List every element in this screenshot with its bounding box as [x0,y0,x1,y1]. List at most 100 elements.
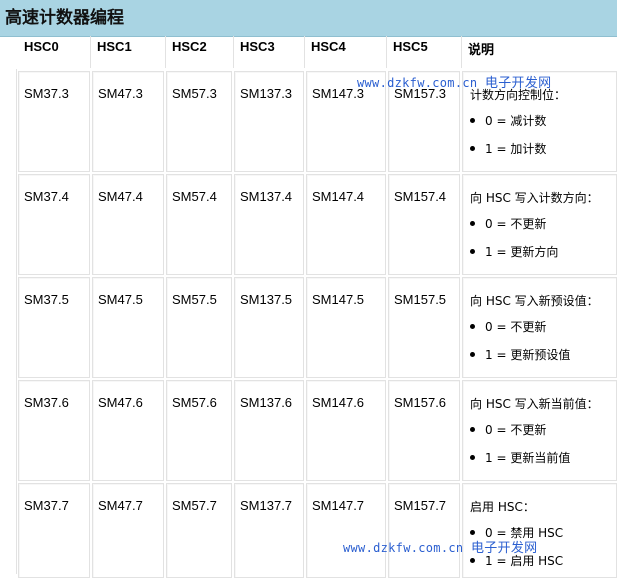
cell-value: SM137.4 [240,189,293,204]
header-hsc2: HSC2 [166,36,234,68]
bullet-icon [470,249,475,254]
cell-description: 向 HSC 写入计数方向： 0 = 不更新 1 = 更新方向 [462,174,617,275]
cell-hsc1: SM47.3 [92,71,164,172]
cell-hsc5: SM157.7 [388,483,460,578]
bullet-icon [470,146,475,151]
cell-hsc1: SM47.4 [92,174,164,275]
cell-hsc0: SM37.4 [18,174,90,275]
bullet-icon [470,530,475,535]
cell-hsc3: SM137.3 [234,71,304,172]
table-row: SM37.5 SM47.5 SM57.5 SM137.5 SM147.5 SM1… [0,277,617,378]
cell-value: SM47.5 [98,292,143,307]
option-text: 0 = 减计数 [485,114,547,128]
cell-value: SM57.3 [172,86,217,101]
cell-value: SM57.7 [172,498,217,513]
cell-value: SM137.3 [240,86,293,101]
header-hsc5: HSC5 [387,36,462,68]
cell-value: SM157.4 [394,189,447,204]
header-hsc3: HSC3 [234,36,305,68]
cell-value: SM47.6 [98,395,143,410]
option-text: 0 = 不更新 [485,423,547,437]
list-item: 1 = 加计数 [469,142,546,170]
bullet-icon [470,118,475,123]
bullet-icon [470,558,475,563]
cell-value: SM157.7 [394,498,447,513]
option-list: 0 = 减计数 1 = 加计数 [469,114,546,170]
cell-hsc4: SM147.6 [306,380,386,481]
cell-hsc2: SM57.7 [166,483,232,578]
table-row: SM37.4 SM47.4 SM57.4 SM137.4 SM147.4 SM1… [0,174,617,275]
table-row: SM37.7 SM47.7 SM57.7 SM137.7 SM147.7 SM1… [0,483,617,578]
header-hsc4: HSC4 [305,36,387,68]
option-text: 1 = 加计数 [485,142,547,156]
cell-value: SM37.6 [24,395,69,410]
bullet-icon [470,324,475,329]
cell-value: SM47.7 [98,498,143,513]
cell-hsc4: SM147.5 [306,277,386,378]
bullet-icon [470,221,475,226]
table-row: SM37.6 SM47.6 SM57.6 SM137.6 SM147.6 SM1… [0,380,617,481]
list-item: 1 = 启用 HSC [469,554,563,582]
list-item: 0 = 不更新 [469,320,570,348]
option-text: 1 = 更新预设值 [485,348,571,362]
bullet-icon [470,427,475,432]
watermark: www.dzkfw.com.cn 电子开发网 [357,72,551,91]
cell-hsc2: SM57.6 [166,380,232,481]
cell-value: SM57.6 [172,395,217,410]
option-text: 0 = 不更新 [485,217,547,231]
watermark-site: 电子开发网 [470,541,538,556]
watermark-site: 电子开发网 [484,76,552,91]
option-text: 1 = 更新方向 [485,245,559,259]
cell-hsc4: SM147.4 [306,174,386,275]
cell-value: SM37.5 [24,292,69,307]
cell-value: SM37.3 [24,86,69,101]
list-item: 1 = 更新当前值 [469,451,570,479]
cell-value: SM137.5 [240,292,293,307]
cell-hsc5: SM157.5 [388,277,460,378]
cell-hsc0: SM37.7 [18,483,90,578]
cell-value: SM147.6 [312,395,365,410]
cell-description: 向 HSC 写入新预设值： 0 = 不更新 1 = 更新预设值 [462,277,617,378]
title-bar: 高速计数器编程 [0,0,617,37]
bullet-icon [470,455,475,460]
cell-value: SM137.6 [240,395,293,410]
description-title: 向 HSC 写入新当前值： [470,397,599,411]
cell-description: 启用 HSC： 0 = 禁用 HSC 1 = 启用 HSC [462,483,617,578]
cell-hsc0: SM37.6 [18,380,90,481]
cell-hsc2: SM57.4 [166,174,232,275]
cell-hsc3: SM137.4 [234,174,304,275]
table-header-row: HSC0 HSC1 HSC2 HSC3 HSC4 HSC5 说明 [0,36,617,69]
cell-hsc4: SM147.7 [306,483,386,578]
cell-description: 向 HSC 写入新当前值： 0 = 不更新 1 = 更新当前值 [462,380,617,481]
cell-hsc2: SM57.3 [166,71,232,172]
cell-hsc5: SM157.4 [388,174,460,275]
cell-value: SM37.7 [24,498,69,513]
list-item: 0 = 不更新 [469,423,570,451]
description-title: 启用 HSC： [470,500,535,514]
cell-hsc2: SM57.5 [166,277,232,378]
cell-value: SM57.5 [172,292,217,307]
cell-value: SM157.6 [394,395,447,410]
header-hsc1: HSC1 [91,36,166,68]
cell-hsc5: SM157.6 [388,380,460,481]
cell-hsc3: SM137.5 [234,277,304,378]
cell-hsc3: SM137.7 [234,483,304,578]
header-description: 说明 [468,42,495,57]
cell-hsc1: SM47.6 [92,380,164,481]
list-item: 0 = 减计数 [469,114,546,142]
page-title: 高速计数器编程 [5,8,124,28]
cell-value: SM37.4 [24,189,69,204]
bullet-icon [470,352,475,357]
description-title: 向 HSC 写入计数方向： [470,191,599,205]
list-item: 1 = 更新预设值 [469,348,570,376]
cell-value: SM147.5 [312,292,365,307]
cell-hsc1: SM47.5 [92,277,164,378]
cell-value: SM47.3 [98,86,143,101]
cell-value: SM57.4 [172,189,217,204]
watermark-url: www.dzkfw.com.cn [343,541,464,555]
option-text: 1 = 更新当前值 [485,451,571,465]
option-text: 1 = 启用 HSC [485,554,564,568]
list-item: 1 = 更新方向 [469,245,558,273]
watermark: www.dzkfw.com.cn 电子开发网 [343,537,537,556]
cell-value: SM147.7 [312,498,365,513]
